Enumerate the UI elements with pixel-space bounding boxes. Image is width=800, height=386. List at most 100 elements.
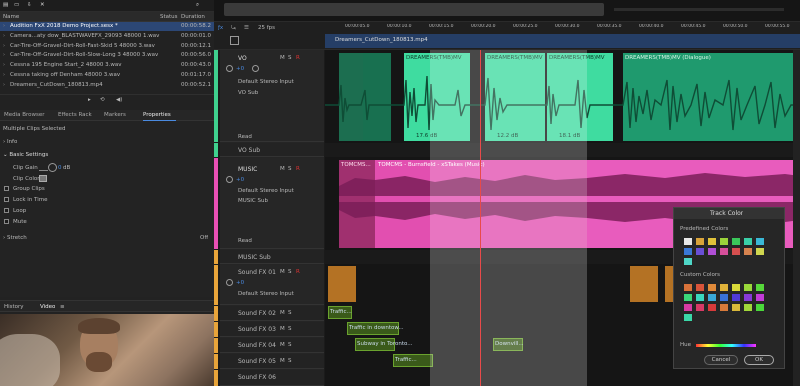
search-icon[interactable]: ⌕ — [196, 2, 199, 9]
volume-value-music[interactable]: +0 — [236, 177, 244, 183]
file-row[interactable]: › Cessna taking off Denham 48000 3.wav 00:… — [0, 71, 214, 80]
col-status[interactable]: Status — [160, 14, 178, 20]
color-swatch[interactable] — [720, 304, 728, 311]
track-color-sfx-04[interactable] — [214, 338, 218, 353]
track-name-sfx-06[interactable]: Sound FX 06 — [238, 374, 276, 381]
color-swatch[interactable] — [744, 284, 752, 291]
color-swatch[interactable] — [720, 284, 728, 291]
hue-slider[interactable] — [696, 344, 756, 347]
input-vo[interactable]: Default Stereo Input — [238, 79, 294, 85]
color-swatch[interactable] — [720, 294, 728, 301]
solo-button-music[interactable]: S — [288, 166, 292, 172]
color-swatch[interactable] — [708, 284, 716, 291]
track-sfx-06[interactable]: Sound FX 06 — [214, 370, 324, 386]
color-swatch[interactable] — [744, 238, 752, 245]
output-music[interactable]: MUSIC Sub — [238, 198, 268, 204]
loop-icon[interactable]: ⟲ — [100, 97, 105, 103]
track-color-music[interactable] — [214, 158, 218, 249]
record-button-music[interactable]: R — [296, 166, 300, 172]
stretch-section[interactable]: › Stretch — [3, 235, 27, 241]
info-section[interactable]: › Info — [3, 139, 17, 145]
file-row[interactable]: › Camera...aty dow_BLASTWAVEFX_29093 4800… — [0, 32, 214, 41]
color-swatch[interactable] — [696, 284, 704, 291]
import-icon[interactable]: ⇩ — [27, 2, 32, 8]
fx-icon[interactable]: ƒx — [218, 25, 223, 31]
mute-button-music[interactable]: M — [280, 166, 285, 172]
loop-checkbox[interactable] — [4, 208, 9, 213]
color-swatch[interactable] — [696, 294, 704, 301]
group-clips-checkbox[interactable] — [4, 186, 9, 191]
track-name-music[interactable]: MUSIC — [238, 166, 257, 173]
track-color-sfx-05[interactable] — [214, 354, 218, 369]
output-vo[interactable]: VO Sub — [238, 90, 258, 96]
color-swatch[interactable] — [684, 248, 692, 255]
track-color-sfx-02[interactable] — [214, 306, 218, 321]
color-swatch[interactable] — [696, 238, 704, 245]
track-vo-sub[interactable]: VO Sub — [214, 143, 324, 157]
sfx04-clip-1[interactable]: Subway in Toronto... — [355, 338, 413, 351]
track-color-sfx-03[interactable] — [214, 322, 218, 337]
playhead[interactable] — [480, 50, 481, 386]
color-swatch[interactable] — [756, 248, 764, 255]
close-file-icon[interactable]: ✕ — [40, 2, 45, 8]
tab-menu-icon[interactable]: ≡ — [60, 304, 65, 310]
volume-knob-sfx-01[interactable] — [226, 279, 233, 286]
track-name-sfx-05[interactable]: Sound FX 05 — [238, 358, 276, 365]
zoom-navigator[interactable] — [214, 0, 800, 22]
color-swatch[interactable] — [708, 304, 716, 311]
tab-effects-rack[interactable]: Effects Rack — [58, 112, 92, 118]
color-swatch[interactable] — [732, 284, 740, 291]
color-swatch[interactable] — [684, 258, 692, 265]
color-swatch[interactable] — [756, 304, 764, 311]
tab-markers[interactable]: Markers — [104, 112, 126, 118]
mute-button-sfx-03[interactable]: M — [280, 326, 285, 332]
track-name-sfx-04[interactable]: Sound FX 04 — [238, 342, 276, 349]
color-swatch[interactable] — [732, 248, 740, 255]
color-swatch[interactable] — [708, 238, 716, 245]
track-color-sfx-01[interactable] — [214, 265, 218, 305]
color-swatch[interactable] — [732, 238, 740, 245]
track-name-sfx-02[interactable]: Sound FX 02 — [238, 310, 276, 317]
color-swatch[interactable] — [696, 304, 704, 311]
mute-button-sfx-05[interactable]: M — [280, 358, 285, 364]
color-swatch[interactable] — [708, 248, 716, 255]
file-row[interactable]: › Audition FxX 2018 Demo Project.sesx * 00… — [0, 22, 214, 31]
expand-arrow-icon[interactable]: › — [3, 23, 5, 29]
automation-music[interactable]: Read — [238, 238, 252, 244]
video-clip-label[interactable]: Dreamers_CutDown_180813.mp4 — [335, 37, 428, 43]
mute-button-vo[interactable]: M — [280, 55, 285, 61]
track-sfx-05[interactable]: Sound FX 05 M S — [214, 354, 324, 369]
color-swatch[interactable] — [696, 248, 704, 255]
file-row[interactable]: › Dreamers_CutDown_180813.mp4 00:00:52.1 — [0, 81, 214, 90]
track-color-vo[interactable] — [214, 50, 218, 142]
color-swatch[interactable] — [684, 304, 692, 311]
color-swatch[interactable] — [756, 284, 764, 291]
sfx03-clip-1[interactable]: Traffic in downtow... — [347, 322, 404, 335]
new-file-icon[interactable]: ▤ — [3, 2, 8, 8]
mute-checkbox[interactable] — [4, 219, 9, 224]
sfx02-clip-1[interactable]: Traffic... — [328, 306, 352, 319]
basic-settings-section[interactable]: ⌄ Basic Settings — [3, 152, 48, 158]
volume-icon[interactable]: ◀) — [116, 97, 122, 103]
tab-media-browser[interactable]: Media Browser — [4, 112, 45, 118]
track-name-vo[interactable]: VO — [238, 55, 247, 62]
mute-button-sfx-01[interactable]: M — [280, 269, 285, 275]
pan-knob-vo[interactable] — [252, 65, 259, 72]
color-swatch[interactable] — [708, 294, 716, 301]
solo-button-sfx-04[interactable]: S — [288, 342, 292, 348]
time-selection[interactable] — [430, 50, 587, 386]
file-row[interactable]: › Car-Tire-Off-Gravel-Dirt-Roll-Slow-Long… — [0, 51, 214, 60]
expand-arrow-icon[interactable]: › — [3, 72, 5, 78]
solo-button-sfx-03[interactable]: S — [288, 326, 292, 332]
track-color-vo-sub[interactable] — [214, 143, 218, 157]
solo-button-vo[interactable]: S — [288, 55, 292, 61]
clip-gain-value[interactable]: 0 — [58, 165, 62, 171]
track-list-icon[interactable]: ☰ — [244, 25, 249, 31]
track-sfx-04[interactable]: Sound FX 04 M S — [214, 338, 324, 353]
track-music-sub[interactable]: MUSIC Sub — [214, 250, 324, 264]
expand-arrow-icon[interactable]: › — [3, 82, 5, 88]
track-color-music-sub[interactable] — [214, 250, 218, 264]
color-swatch[interactable] — [756, 294, 764, 301]
col-name[interactable]: Name — [3, 14, 19, 20]
sfx01-clip-2[interactable] — [630, 266, 658, 302]
